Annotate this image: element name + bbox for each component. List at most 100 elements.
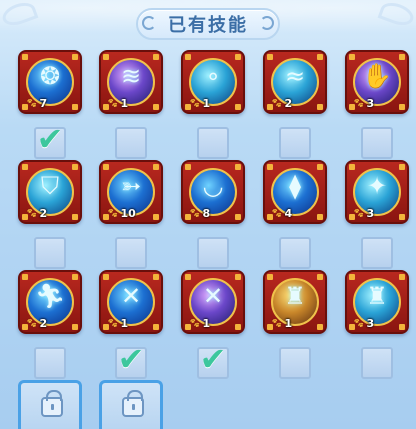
skill-level-value: 1 bbox=[120, 317, 129, 330]
frame-corner bbox=[103, 54, 109, 60]
paw-icon: 🐾︎ bbox=[189, 208, 201, 219]
skill-checkbox[interactable] bbox=[361, 237, 393, 269]
frame-corner bbox=[153, 164, 159, 170]
frame-corner bbox=[399, 54, 405, 60]
skill-glyph: ❂ bbox=[39, 62, 61, 90]
skill-checkbox[interactable] bbox=[361, 347, 393, 379]
skill-glyph: ✋ bbox=[362, 62, 392, 90]
locked-skill-slot[interactable] bbox=[99, 380, 163, 429]
skill-level: 🐾︎ 1 bbox=[187, 97, 219, 110]
skill-glyph: ⛉ bbox=[41, 172, 59, 200]
skill-card[interactable]: ➳ 🐾︎ 10 bbox=[99, 160, 163, 224]
paw-icon: 🐾︎ bbox=[107, 208, 119, 219]
skill-card[interactable]: ✋ 🐾︎ 3 bbox=[345, 50, 409, 114]
frame-corner bbox=[317, 54, 323, 60]
frame-corner bbox=[235, 324, 241, 330]
paw-icon: 🐾︎ bbox=[107, 98, 119, 109]
paw-icon: 🐾︎ bbox=[26, 98, 38, 109]
frame-corner bbox=[153, 324, 159, 330]
frame-corner bbox=[235, 164, 241, 170]
skill-glyph: ➳ bbox=[120, 172, 142, 200]
skill-glyph: ♜ bbox=[366, 282, 388, 310]
skill-checkbox[interactable] bbox=[197, 127, 229, 159]
frame-corner bbox=[103, 274, 109, 280]
frame-corner bbox=[22, 164, 28, 170]
frame-corner bbox=[317, 274, 323, 280]
skill-checkbox[interactable] bbox=[115, 127, 147, 159]
paw-icon: 🐾︎ bbox=[189, 98, 201, 109]
frame-corner bbox=[349, 164, 355, 170]
skill-checkbox[interactable]: ✔ bbox=[197, 340, 229, 379]
frame-corner bbox=[317, 164, 323, 170]
skill-checkbox[interactable] bbox=[279, 127, 311, 159]
frame-corner bbox=[349, 54, 355, 60]
frame-corner bbox=[22, 274, 28, 280]
skill-level: 🐾︎ 3 bbox=[351, 317, 383, 330]
skill-glyph: ✕ bbox=[120, 282, 142, 310]
skill-level-value: 1 bbox=[120, 97, 129, 110]
paw-icon: 🐾︎ bbox=[353, 318, 365, 329]
lock-icon bbox=[122, 390, 144, 417]
skill-checkbox[interactable] bbox=[115, 237, 147, 269]
skill-glyph: ✦ bbox=[366, 172, 388, 200]
skill-glyph: ∘ bbox=[205, 62, 221, 90]
locked-skill-slot[interactable] bbox=[18, 380, 82, 429]
skill-card[interactable]: ⧫ 🐾︎ 4 bbox=[263, 160, 327, 224]
frame-corner bbox=[185, 274, 191, 280]
checkmark-icon: ✔ bbox=[117, 340, 145, 378]
skill-level: 🐾︎ 8 bbox=[187, 207, 219, 220]
paw-icon: 🐾︎ bbox=[353, 208, 365, 219]
skill-glyph: ◡ bbox=[202, 172, 224, 200]
skill-level: 🐾︎ 10 bbox=[105, 207, 138, 220]
skill-checkbox[interactable] bbox=[279, 347, 311, 379]
skill-level-value: 7 bbox=[39, 97, 48, 110]
skill-checkbox[interactable] bbox=[197, 237, 229, 269]
skill-card[interactable]: 🏃︎ 🐾︎ 2 bbox=[18, 270, 82, 334]
skill-card[interactable]: ∘ 🐾︎ 1 bbox=[181, 50, 245, 114]
frame-corner bbox=[72, 324, 78, 330]
skill-level-value: 2 bbox=[39, 317, 48, 330]
frame-corner bbox=[153, 104, 159, 110]
frame-corner bbox=[103, 164, 109, 170]
frame-corner bbox=[267, 274, 273, 280]
skill-level: 🐾︎ 1 bbox=[269, 317, 301, 330]
skill-card[interactable]: ♜ 🐾︎ 1 bbox=[263, 270, 327, 334]
skill-card[interactable]: ❂ 🐾︎ 7 bbox=[18, 50, 82, 114]
frame-corner bbox=[235, 54, 241, 60]
checkmark-icon: ✔ bbox=[199, 340, 227, 378]
frame-corner bbox=[349, 274, 355, 280]
skill-level-value: 4 bbox=[284, 207, 293, 220]
skill-card[interactable]: ♜ 🐾︎ 3 bbox=[345, 270, 409, 334]
paw-icon: 🐾︎ bbox=[26, 208, 38, 219]
skill-level-value: 1 bbox=[202, 97, 211, 110]
skill-checkbox[interactable] bbox=[361, 127, 393, 159]
skill-checkbox[interactable] bbox=[34, 347, 66, 379]
skill-level: 🐾︎ 2 bbox=[269, 97, 301, 110]
skill-glyph: ⧫ bbox=[289, 172, 301, 200]
skill-card[interactable]: ✕ 🐾︎ 1 bbox=[99, 270, 163, 334]
skill-checkbox[interactable]: ✔ bbox=[115, 340, 147, 379]
skill-card[interactable]: ≈ 🐾︎ 2 bbox=[263, 50, 327, 114]
skill-checkbox[interactable] bbox=[34, 237, 66, 269]
frame-corner bbox=[72, 214, 78, 220]
skill-card[interactable]: ✕ 🐾︎ 1 bbox=[181, 270, 245, 334]
frame-corner bbox=[72, 274, 78, 280]
frame-corner bbox=[317, 104, 323, 110]
frame-corner bbox=[317, 324, 323, 330]
skill-level: 🐾︎ 4 bbox=[269, 207, 301, 220]
lock-icon bbox=[41, 390, 63, 417]
skill-card[interactable]: ◡ 🐾︎ 8 bbox=[181, 160, 245, 224]
skill-checkbox[interactable] bbox=[279, 237, 311, 269]
skill-card[interactable]: ⛉ 🐾︎ 2 bbox=[18, 160, 82, 224]
skill-card[interactable]: ≋ 🐾︎ 1 bbox=[99, 50, 163, 114]
skill-level: 🐾︎ 2 bbox=[24, 317, 56, 330]
skill-checkbox[interactable]: ✔ bbox=[34, 120, 66, 159]
paw-icon: 🐾︎ bbox=[107, 318, 119, 329]
frame-corner bbox=[267, 54, 273, 60]
skill-grid: ❂ 🐾︎ 7 ✔ ≋ 🐾︎ 1 ∘ 🐾︎ 1 ≈ 🐾︎ 2 ✋ 🐾︎ 3 ⛉ 🐾︎ 2 ➳ 🐾︎ 10 ◡ 🐾︎ 8 ⧫ 🐾︎ 4 ✦ 🐾… bbox=[0, 0, 416, 429]
frame-corner bbox=[235, 104, 241, 110]
frame-corner bbox=[72, 54, 78, 60]
paw-icon: 🐾︎ bbox=[271, 208, 283, 219]
skill-glyph: ✕ bbox=[202, 282, 224, 310]
skill-card[interactable]: ✦ 🐾︎ 3 bbox=[345, 160, 409, 224]
